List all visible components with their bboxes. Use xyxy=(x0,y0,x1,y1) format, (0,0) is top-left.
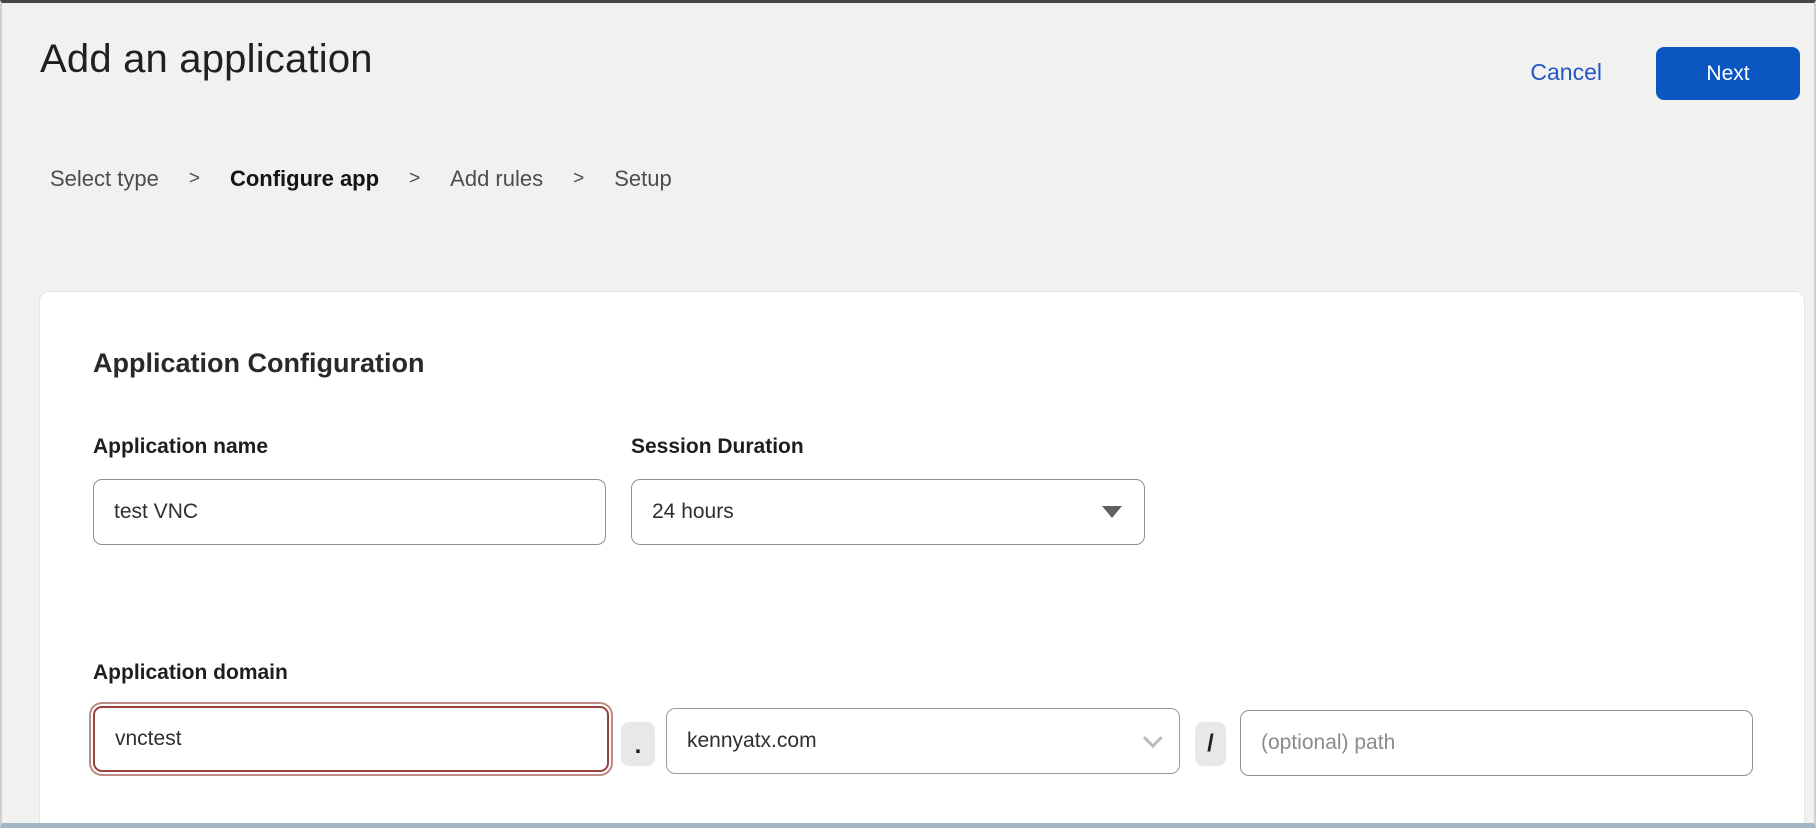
path-input[interactable] xyxy=(1240,710,1753,776)
page-title: Add an application xyxy=(40,37,373,82)
step-configure-app[interactable]: Configure app xyxy=(230,166,379,192)
application-domain-label: Application domain xyxy=(93,661,288,685)
breadcrumb-separator: > xyxy=(573,168,584,190)
subdomain-input[interactable] xyxy=(93,706,609,772)
domain-select-value: kennyatx.com xyxy=(687,729,817,753)
cancel-link[interactable]: Cancel xyxy=(1530,59,1602,86)
session-duration-select[interactable]: 24 hours xyxy=(631,479,1145,545)
breadcrumb-separator: > xyxy=(409,168,420,190)
add-application-page: Add an application Cancel Next Select ty… xyxy=(0,0,1816,828)
breadcrumb-separator: > xyxy=(189,168,200,190)
session-duration-value: 24 hours xyxy=(652,500,734,524)
breadcrumb: Select type > Configure app > Add rules … xyxy=(50,166,672,192)
step-setup[interactable]: Setup xyxy=(614,166,672,192)
slash-separator: / xyxy=(1195,722,1226,766)
application-name-label: Application name xyxy=(93,435,268,459)
step-select-type[interactable]: Select type xyxy=(50,166,159,192)
dropdown-triangle-icon xyxy=(1102,506,1122,518)
application-name-input[interactable] xyxy=(93,479,606,545)
step-add-rules[interactable]: Add rules xyxy=(450,166,543,192)
section-title: Application Configuration xyxy=(93,348,424,379)
next-button[interactable]: Next xyxy=(1656,47,1800,100)
chevron-down-icon xyxy=(1143,728,1163,748)
application-configuration-card: Application Configuration Application na… xyxy=(39,291,1805,828)
domain-select[interactable]: kennyatx.com xyxy=(666,708,1180,774)
dot-separator: . xyxy=(621,722,655,766)
session-duration-label: Session Duration xyxy=(631,435,804,459)
